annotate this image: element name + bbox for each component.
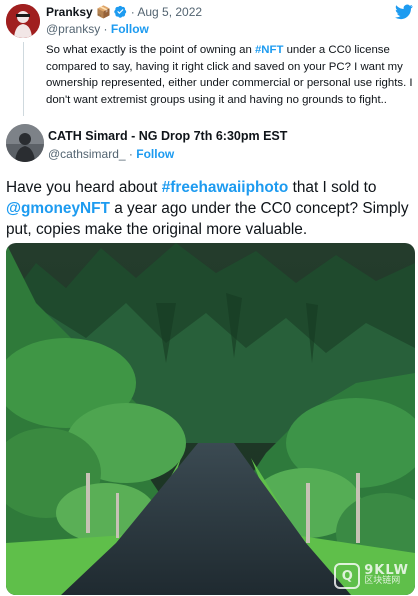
watermark-brand: 9KLW bbox=[364, 563, 409, 578]
main-author-name[interactable]: CATH Simard - NG Drop 7th 6:30pm EST bbox=[48, 129, 287, 143]
follow-pranksy-button[interactable]: Follow bbox=[111, 22, 149, 36]
quoted-date[interactable]: Aug 5, 2022 bbox=[137, 5, 202, 19]
quoted-text-part: So what exactly is the point of owning a… bbox=[46, 44, 255, 56]
gmoneynft-mention-link[interactable]: @gmoneyNFT bbox=[6, 200, 110, 217]
main-tweet-text: Have you heard about #freehawaiiphoto th… bbox=[6, 177, 414, 240]
tweet-text-part: Have you heard about bbox=[6, 179, 162, 196]
separator-dot: · bbox=[103, 22, 108, 36]
follow-cathsimard-button[interactable]: Follow bbox=[136, 147, 174, 161]
verified-badge-icon bbox=[114, 5, 127, 18]
tweet-photo[interactable]: Q 9KLW 区块链网 bbox=[6, 243, 415, 595]
separator-dot: · bbox=[128, 147, 133, 161]
quoted-author-name[interactable]: Pranksy bbox=[46, 5, 93, 19]
main-handle[interactable]: @cathsimard_ bbox=[48, 147, 126, 161]
twitter-bird-icon[interactable] bbox=[395, 4, 413, 20]
thread-line bbox=[23, 42, 24, 116]
quoted-tweet-text: So what exactly is the point of owning a… bbox=[46, 42, 418, 108]
jungle-road-image bbox=[6, 243, 415, 595]
separator-dot: · bbox=[130, 5, 135, 19]
cathsimard-avatar[interactable] bbox=[6, 124, 44, 162]
watermark: Q 9KLW 区块链网 bbox=[334, 563, 409, 589]
watermark-logo: Q bbox=[334, 563, 361, 589]
package-emoji: 📦 bbox=[96, 5, 111, 19]
tweet-text-part: that I sold to bbox=[288, 179, 377, 196]
pranksy-avatar[interactable] bbox=[6, 4, 40, 38]
nft-hashtag-link[interactable]: #NFT bbox=[255, 44, 283, 56]
watermark-subtitle: 区块链网 bbox=[364, 576, 401, 586]
freehawaiiphoto-hashtag-link[interactable]: #freehawaiiphoto bbox=[162, 179, 289, 196]
quoted-handle[interactable]: @pranksy bbox=[46, 22, 100, 36]
